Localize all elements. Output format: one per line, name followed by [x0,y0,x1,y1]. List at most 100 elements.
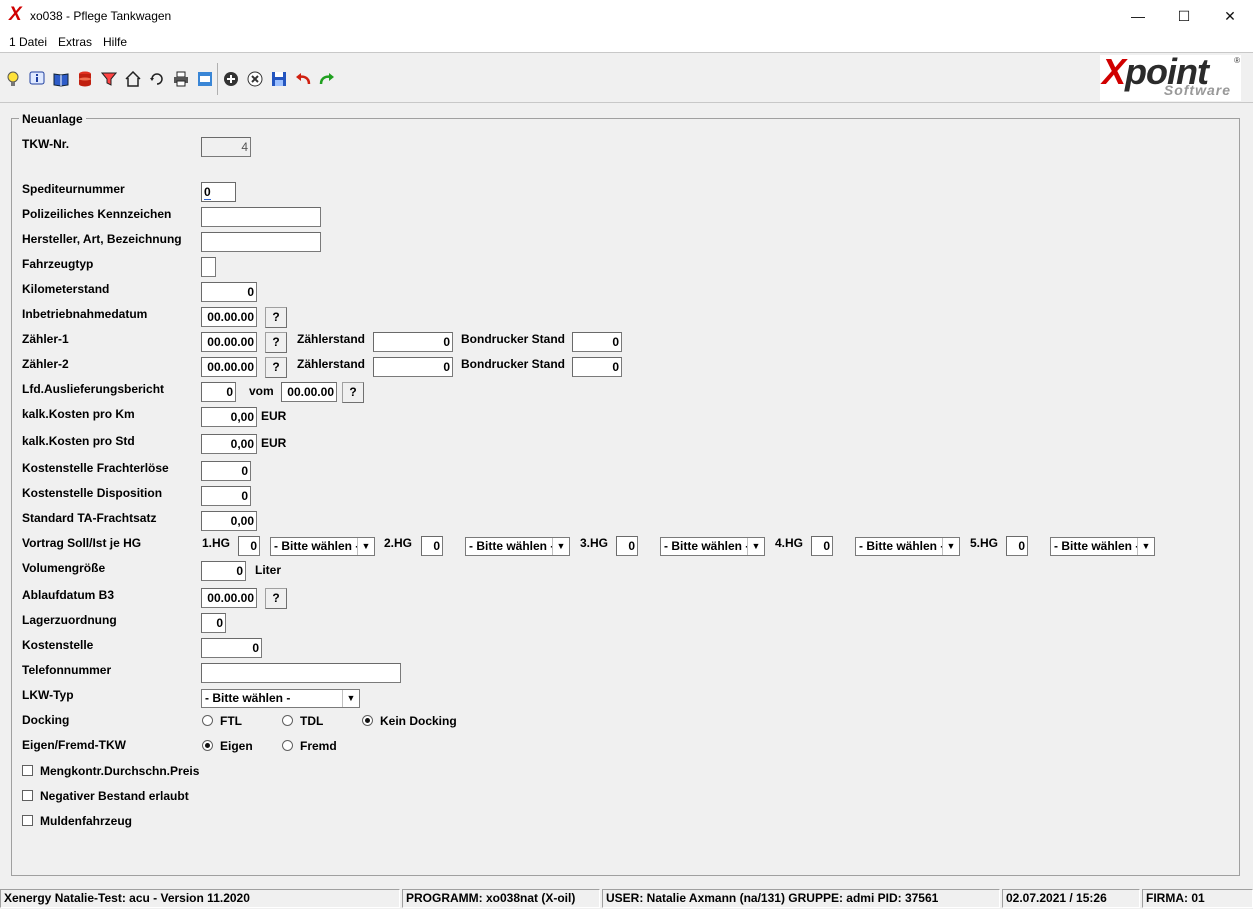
zaehler2-date-input[interactable]: 00.00.00 [201,357,257,377]
docking-tdl-radio[interactable] [282,715,293,726]
eigen-radio[interactable] [202,740,213,751]
mengkontr-checkbox[interactable] [22,765,33,776]
kostenstelle-input[interactable]: 0 [201,638,262,658]
volumen-label: Volumengröße [22,561,106,575]
mulden-label[interactable]: Muldenfahrzeug [40,814,132,828]
hg5-select[interactable]: - Bitte wählen - ▼ [1050,537,1155,556]
zaehler2-stand-input[interactable]: 0 [373,357,453,377]
volumen-input[interactable]: 0 [201,561,246,581]
inbetrieb-help-button[interactable]: ? [265,307,287,328]
fahrzeugtyp-label: Fahrzeugtyp [22,257,94,271]
eigen-radio-label[interactable]: Eigen [220,739,253,753]
hg2-input[interactable]: 0 [421,536,443,556]
docking-kein-label[interactable]: Kein Docking [380,714,457,728]
ablauf-date-input[interactable]: 00.00.00 [201,588,257,608]
zaehler1-label: Zähler-1 [22,332,69,346]
logo-x: X [1102,51,1126,92]
app-logo-icon: X [9,4,22,25]
vom-label: vom [249,384,274,398]
status-programm: PROGRAMM: xo038nat (X-oil) [402,889,600,908]
telefon-label: Telefonnummer [22,663,112,677]
fahrzeugtyp-input[interactable] [201,257,216,277]
save-icon[interactable] [270,70,288,88]
zaehler2-bond-input[interactable]: 0 [572,357,622,377]
lkw-typ-select[interactable]: - Bitte wählen - ▼ [201,689,360,708]
inbetrieb-date-input[interactable]: 00.00.00 [201,307,257,327]
docking-tdl-label[interactable]: TDL [300,714,323,728]
negativ-checkbox[interactable] [22,790,33,801]
kosten-std-unit: EUR [261,436,287,450]
chevron-down-icon: ▼ [747,538,764,555]
print-icon[interactable] [172,70,190,88]
hg1-input[interactable]: 0 [238,536,260,556]
ablauf-help-button[interactable]: ? [265,588,287,609]
hg3-select[interactable]: - Bitte wählen - ▼ [660,537,765,556]
spediteur-input[interactable]: 0 [201,182,236,202]
docking-ftl-label[interactable]: FTL [220,714,242,728]
window-title: xo038 - Pflege Tankwagen [30,9,172,23]
mengkontr-label[interactable]: Mengkontr.Durchschn.Preis [40,764,199,778]
vom-date-input[interactable]: 00.00.00 [281,382,337,402]
hg3-select-value: - Bitte wählen - [664,539,750,553]
home-icon[interactable] [124,70,142,88]
cancel-icon[interactable] [246,70,264,88]
ablauf-label: Ablaufdatum B3 [22,588,115,602]
refresh-icon[interactable] [148,70,166,88]
fremd-radio-label[interactable]: Fremd [300,739,337,753]
ks-fracht-input[interactable]: 0 [201,461,251,481]
add-icon[interactable] [222,70,240,88]
info-icon[interactable] [28,70,46,88]
telefon-input[interactable] [201,663,401,683]
hg1-label: 1.HG [202,536,231,550]
menu-hilfe[interactable]: Hilfe [103,35,127,49]
zaehler2-help-button[interactable]: ? [265,357,287,378]
vom-help-button[interactable]: ? [342,382,364,403]
tkw-nr-field: 4 [201,137,251,157]
book-icon[interactable] [52,70,70,88]
menu-bar: 1 Datei Extras Hilfe [0,32,1253,52]
ks-dispo-input[interactable]: 0 [201,486,251,506]
docking-kein-radio[interactable] [362,715,373,726]
lightbulb-icon[interactable] [4,70,22,88]
hg1-select[interactable]: - Bitte wählen - ▼ [270,537,375,556]
lkw-typ-value: - Bitte wählen - [205,691,291,705]
negativ-label[interactable]: Negativer Bestand erlaubt [40,789,189,803]
kosten-km-unit: EUR [261,409,287,423]
database-icon[interactable] [76,70,94,88]
docking-ftl-radio[interactable] [202,715,213,726]
hg3-label: 3.HG [580,536,609,550]
vortrag-label: Vortrag Soll/Ist je HG [22,536,142,550]
mulden-checkbox[interactable] [22,815,33,826]
kennzeichen-input[interactable] [201,207,321,227]
hg2-select[interactable]: - Bitte wählen - ▼ [465,537,570,556]
title-bar: X xo038 - Pflege Tankwagen — ☐ ✕ [0,0,1253,32]
minimize-button[interactable]: — [1115,0,1161,32]
fremd-radio[interactable] [282,740,293,751]
zaehler1-stand-input[interactable]: 0 [373,332,453,352]
window-icon[interactable] [196,70,214,88]
km-input[interactable]: 0 [201,282,257,302]
hg3-input[interactable]: 0 [616,536,638,556]
lager-input[interactable]: 0 [201,613,226,633]
filter-icon[interactable] [100,70,118,88]
hg4-select-value: - Bitte wählen - [859,539,945,553]
redo-icon[interactable] [318,70,336,88]
kosten-km-input[interactable]: 0,00 [201,407,257,427]
hg5-input[interactable]: 0 [1006,536,1028,556]
chevron-down-icon: ▼ [357,538,374,555]
close-button[interactable]: ✕ [1207,0,1253,32]
menu-datei[interactable]: 1 Datei [9,35,47,49]
ta-label: Standard TA-Frachtsatz [22,511,157,525]
zaehler1-bond-input[interactable]: 0 [572,332,622,352]
zaehler1-date-input[interactable]: 00.00.00 [201,332,257,352]
lfd-input[interactable]: 0 [201,382,236,402]
hersteller-input[interactable] [201,232,321,252]
kosten-std-input[interactable]: 0,00 [201,434,257,454]
menu-extras[interactable]: Extras [58,35,92,49]
hg4-select[interactable]: - Bitte wählen - ▼ [855,537,960,556]
hg4-input[interactable]: 0 [811,536,833,556]
undo-icon[interactable] [294,70,312,88]
zaehler1-help-button[interactable]: ? [265,332,287,353]
ta-input[interactable]: 0,00 [201,511,257,531]
maximize-button[interactable]: ☐ [1161,0,1207,32]
